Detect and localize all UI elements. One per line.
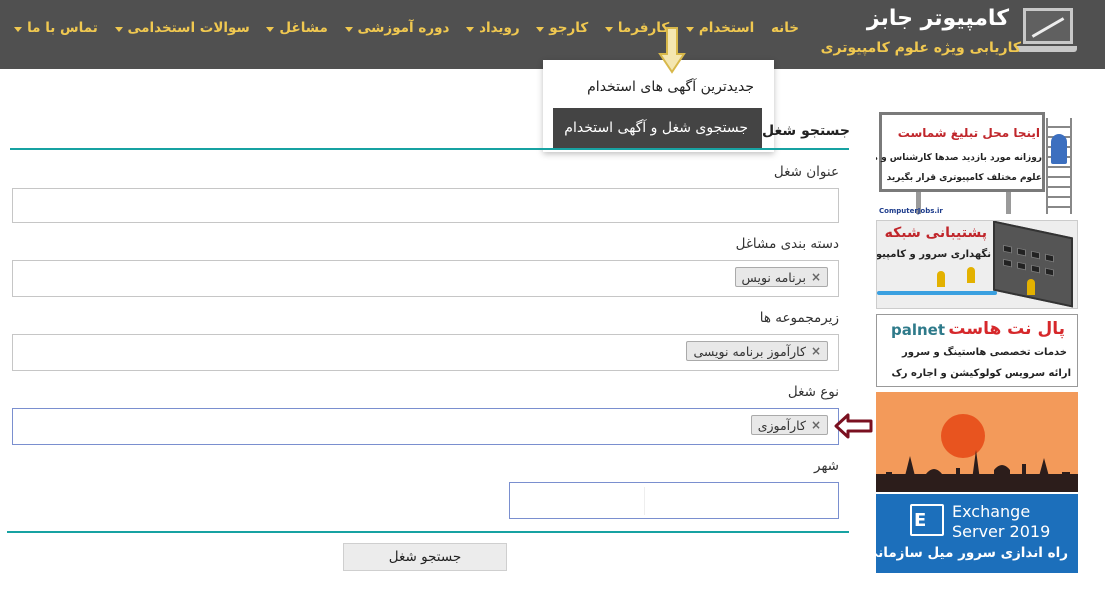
page: کامپیوتر جابز کاریابی ویژه علوم کامپیوتر… bbox=[0, 0, 1105, 590]
job-type-tag: × کارآموزی bbox=[750, 415, 828, 435]
ad-hosting-line1: خدمات تخصصی هاستینگ و سرور bbox=[902, 347, 1067, 358]
nav-item-jobseeker[interactable]: کارجو bbox=[536, 18, 588, 38]
worker-icon bbox=[1051, 134, 1067, 164]
chevron-down-icon bbox=[536, 26, 545, 32]
city-label: شهر bbox=[814, 458, 839, 474]
category-label: دسته بندی مشاغل bbox=[735, 236, 839, 252]
ad-hosting-line2: ارائه سرویس کولوکیشن و اجاره رک bbox=[891, 368, 1071, 379]
city-select[interactable] bbox=[509, 482, 839, 519]
ad-billboard-title: اینجا محل تبلیغ شماست bbox=[897, 126, 1040, 140]
worker-icon bbox=[937, 271, 945, 287]
job-type-label: نوع شغل bbox=[787, 384, 839, 400]
laptop-logo-icon[interactable] bbox=[1017, 6, 1077, 54]
subcategory-tag: × کارآموز برنامه نویسی bbox=[686, 341, 828, 361]
section-title: جستجو شغل bbox=[762, 123, 850, 139]
remove-tag-icon[interactable]: × bbox=[811, 270, 821, 284]
ladder-icon bbox=[1046, 118, 1072, 214]
nav-item-occupations[interactable]: مشاغل bbox=[266, 18, 328, 38]
job-title-input[interactable] bbox=[12, 188, 839, 223]
ad-billboard-line1: روزانه مورد بازدید صدها کارشناس و مدیر bbox=[876, 153, 1042, 163]
nav-item-contact[interactable]: تماس با ما bbox=[14, 18, 98, 38]
top-navigation-bar: کامپیوتر جابز کاریابی ویژه علوم کامپیوتر… bbox=[0, 0, 1105, 69]
menu-item-latest-job-ads[interactable]: جدیدترین آگهی های استخدام bbox=[587, 79, 754, 95]
nav-item-courses[interactable]: دوره آموزشی bbox=[344, 18, 449, 38]
ad-hosting-logo: palnet bbox=[891, 321, 946, 339]
chevron-down-icon bbox=[344, 26, 353, 32]
chevron-down-icon bbox=[114, 26, 123, 32]
ad-banner-city-skyline[interactable] bbox=[876, 392, 1078, 492]
form-divider bbox=[7, 531, 849, 533]
ad-billboard-footer: ComputerJobs.ir bbox=[879, 207, 943, 215]
section-divider bbox=[10, 148, 849, 150]
search-jobs-button[interactable]: جستجو شغل bbox=[343, 543, 507, 571]
category-multiselect[interactable]: × برنامه نویس bbox=[12, 260, 839, 297]
ad-hosting-brand: پال نت هاست bbox=[948, 319, 1065, 339]
chevron-down-icon bbox=[266, 26, 275, 32]
nav-item-exam-questions[interactable]: سوالات استخدامی bbox=[114, 18, 250, 38]
chevron-down-icon bbox=[604, 26, 613, 32]
remove-tag-icon[interactable]: × bbox=[811, 418, 821, 432]
site-logo-subtitle: کاریابی ویژه علوم کامپیوتری bbox=[820, 40, 1021, 56]
job-type-multiselect[interactable]: × کارآموزی bbox=[12, 408, 839, 445]
ad-network-title: پشتیبانی شبکه bbox=[884, 225, 987, 241]
ad-network-subtitle: نگهداری سرور و کامپیوتر bbox=[876, 249, 991, 260]
remove-tag-icon[interactable]: × bbox=[811, 344, 821, 358]
subcategory-tag-label: کارآموز برنامه نویسی bbox=[693, 343, 806, 359]
worker-icon bbox=[967, 267, 975, 283]
chevron-down-icon bbox=[466, 26, 475, 32]
ground-strip bbox=[876, 474, 1078, 492]
worker-icon bbox=[1027, 279, 1035, 295]
job-title-label: عنوان شغل bbox=[773, 164, 839, 180]
subcategory-label: زیرمجموعه ها bbox=[759, 310, 839, 326]
ad-banner-billboard[interactable]: اینجا محل تبلیغ شماست روزانه مورد بازدید… bbox=[876, 110, 1078, 217]
ad-banner-network-support[interactable]: پشتیبانی شبکه نگهداری سرور و کامپیوتر bbox=[876, 220, 1078, 309]
arrow-down-icon bbox=[658, 27, 686, 74]
ad-banner-palnet-host[interactable]: پال نت هاست palnet خدمات تخصصی هاستینگ و… bbox=[876, 314, 1078, 387]
chevron-down-icon bbox=[685, 26, 694, 32]
exchange-logo-icon bbox=[910, 504, 944, 536]
arrow-left-icon bbox=[834, 413, 873, 439]
nav-item-events[interactable]: رویداد bbox=[466, 18, 520, 38]
category-tag-label: برنامه نویس bbox=[741, 269, 806, 285]
site-logo-title[interactable]: کامپیوتر جابز bbox=[867, 6, 1009, 31]
nav-item-home[interactable]: خانه bbox=[771, 18, 799, 38]
billboard-pole bbox=[1006, 192, 1011, 214]
chevron-down-icon bbox=[14, 26, 23, 32]
ad-exchange-title-line1: Exchange bbox=[952, 502, 1031, 521]
ad-exchange-subtitle: راه اندازی سرور میل سازمانی bbox=[876, 545, 1068, 561]
network-cable-icon bbox=[877, 291, 997, 295]
ad-exchange-title-line2: Server 2019 bbox=[952, 522, 1051, 541]
ad-banner-exchange-server[interactable]: Exchange Server 2019 راه اندازی سرور میل… bbox=[876, 494, 1078, 573]
ad-billboard-line2: علوم مختلف کامپیوتری قرار بگیرید bbox=[886, 173, 1042, 183]
job-type-tag-label: کارآموزی bbox=[757, 417, 806, 433]
menu-item-job-search[interactable]: جستجوی شغل و آگهی استخدام bbox=[553, 108, 762, 148]
subcategory-multiselect[interactable]: × کارآموز برنامه نویسی bbox=[12, 334, 839, 371]
nav-item-employment[interactable]: استخدام bbox=[685, 18, 754, 38]
category-tag: × برنامه نویس bbox=[734, 267, 828, 287]
